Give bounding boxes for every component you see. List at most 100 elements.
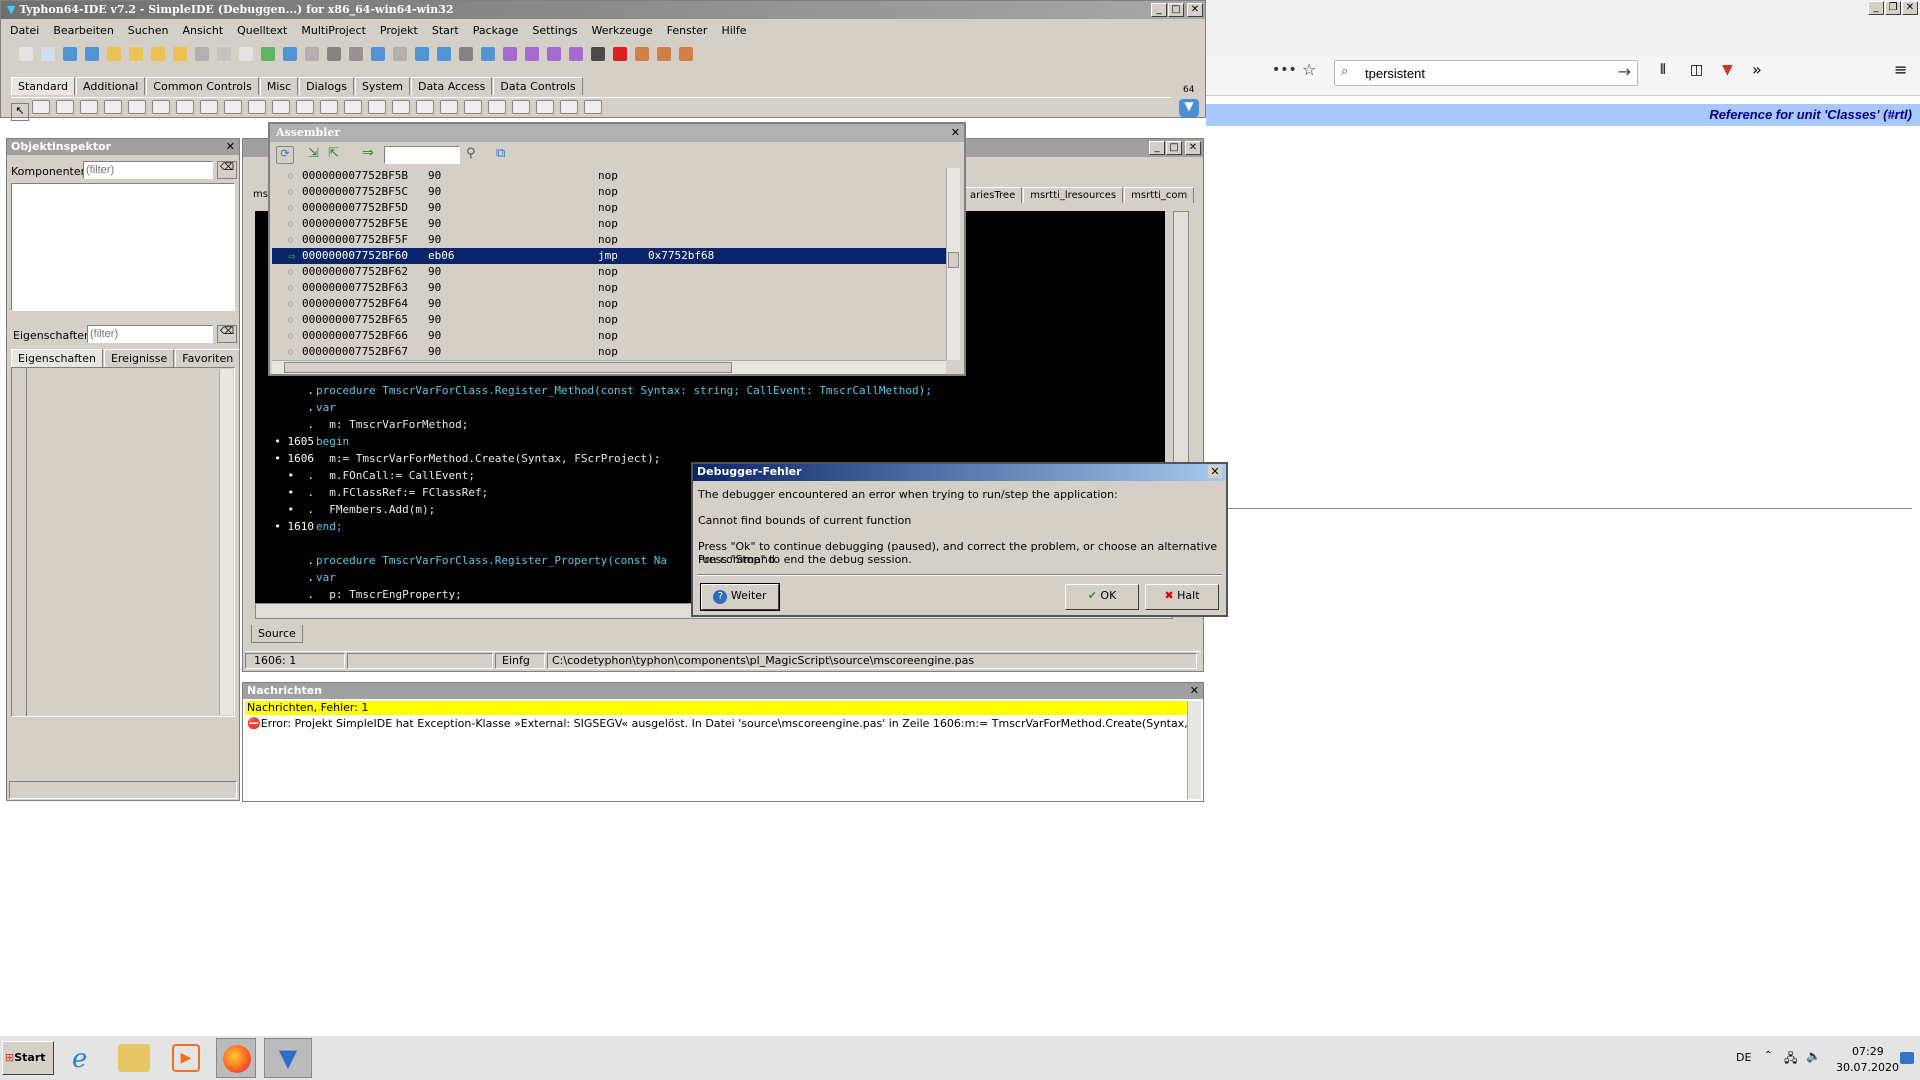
library-icon[interactable]: ⫴ <box>1660 62 1666 78</box>
source-tab[interactable]: Source <box>251 625 303 643</box>
sidebar-icon[interactable]: ◫ <box>1690 62 1703 78</box>
find-icon[interactable]: ⚲ <box>466 146 476 161</box>
page-actions-icon[interactable]: ••• <box>1272 62 1297 78</box>
ie-icon[interactable]: ℯ <box>72 1044 87 1074</box>
palette-component-icon-14[interactable] <box>368 100 386 114</box>
code-line[interactable]: FMembers.Add(m); <box>316 501 684 518</box>
menu-item-6[interactable]: Projekt <box>373 21 425 40</box>
palette-tab-5[interactable]: System <box>354 77 410 95</box>
toolbar-icon-25[interactable] <box>569 47 583 61</box>
palette-component-icon-0[interactable] <box>32 100 50 114</box>
editor-minimize-button[interactable]: _ <box>1149 141 1165 155</box>
code-line[interactable]: end; <box>316 518 684 535</box>
toolbar-icon-9[interactable] <box>217 47 231 61</box>
palette-component-icon-20[interactable] <box>512 100 530 114</box>
menu-item-5[interactable]: MultiProject <box>294 21 373 40</box>
palette-component-icon-17[interactable] <box>440 100 458 114</box>
toolbar-icon-17[interactable] <box>393 47 407 61</box>
palette-component-icon-21[interactable] <box>536 100 554 114</box>
assembler-row[interactable]: ○ 000000007752BF5E 90 nop <box>272 216 956 232</box>
typhon-ide-icon[interactable]: ▼ <box>264 1038 312 1078</box>
palette-component-icon-3[interactable] <box>104 100 122 114</box>
assembler-row[interactable]: ○ 000000007752BF63 90 nop <box>272 280 956 296</box>
firefox-icon[interactable] <box>216 1038 256 1078</box>
reference-title[interactable]: Reference for unit 'Classes' (#rtl) <box>1709 107 1912 122</box>
editor-tab-0[interactable]: ariesTree <box>963 187 1023 203</box>
clock-date[interactable]: 30.07.2020 <box>1836 1061 1899 1074</box>
palette-component-icon-11[interactable] <box>296 100 314 114</box>
toolbar-icon-27[interactable] <box>613 47 627 61</box>
palette-component-icon-19[interactable] <box>488 100 506 114</box>
code-line[interactable]: procedure TmscrVarForClass.Register_Prop… <box>316 552 684 569</box>
bookmark-star-icon[interactable]: ☆ <box>1302 60 1316 79</box>
assembler-row[interactable]: ○ 000000007752BF65 90 nop <box>272 312 956 328</box>
palette-component-icon-12[interactable] <box>320 100 338 114</box>
palette-tab-3[interactable]: Misc <box>259 77 299 95</box>
toolbar-icon-20[interactable] <box>459 47 473 61</box>
palette-component-icon-8[interactable] <box>224 100 242 114</box>
ok-button[interactable]: ✔ OK <box>1065 584 1139 610</box>
pointer-tool-icon[interactable]: ↖ <box>11 103 29 121</box>
toolbar-icon-24[interactable] <box>547 47 561 61</box>
explorer-icon[interactable] <box>118 1044 150 1072</box>
search-box[interactable]: ⌕ tpersistent → <box>1334 60 1638 86</box>
palette-component-icon-10[interactable] <box>272 100 290 114</box>
palette-tab-0[interactable]: Standard <box>11 77 76 95</box>
editor-maximize-button[interactable]: □ <box>1166 141 1182 155</box>
step-into-icon[interactable]: ⇲ <box>308 146 319 161</box>
code-line[interactable]: m.FOnCall:= CallEvent; <box>316 467 684 484</box>
dialog-close-icon[interactable]: ✕ <box>1208 465 1222 478</box>
inspector-close-icon[interactable]: ✕ <box>226 140 235 153</box>
components-filter[interactable] <box>83 161 213 179</box>
assembler-hscroll[interactable] <box>272 360 946 374</box>
palette-tab-7[interactable]: Data Controls <box>493 77 583 95</box>
start-button[interactable]: ⊞Start <box>2 1041 54 1075</box>
palette-component-icon-23[interactable] <box>584 100 602 114</box>
grid-scrollbar[interactable] <box>219 369 233 715</box>
toolbar-icon-22[interactable] <box>503 47 517 61</box>
menu-item-10[interactable]: Werkzeuge <box>584 21 659 40</box>
code-line[interactable]: begin <box>316 433 684 450</box>
ide-close-button[interactable]: ✕ <box>1187 3 1203 17</box>
code-line[interactable]: var <box>316 399 684 416</box>
browser-close-button[interactable]: ✕ <box>1902 1 1918 15</box>
step-over-icon[interactable]: ⇱ <box>328 146 339 161</box>
clear-filter-icon[interactable]: ⌫ <box>217 161 237 179</box>
hamburger-menu-icon[interactable]: ≡ <box>1894 60 1907 79</box>
toolbar-icon-28[interactable] <box>635 47 649 61</box>
toolbar-icon-12[interactable] <box>283 47 297 61</box>
ide-maximize-button[interactable]: □ <box>1168 3 1184 17</box>
assembler-row[interactable]: ○ 000000007752BF66 90 nop <box>272 328 956 344</box>
menu-item-1[interactable]: Bearbeiten <box>46 21 120 40</box>
editor-tab-2[interactable]: msrtti_com <box>1124 187 1195 203</box>
toolbar-icon-14[interactable] <box>327 47 341 61</box>
palette-component-icon-9[interactable] <box>248 100 266 114</box>
toolbar-icon-26[interactable] <box>591 47 605 61</box>
toolbar-icon-16[interactable] <box>371 47 385 61</box>
toolbar-icon-29[interactable] <box>657 47 671 61</box>
menu-item-8[interactable]: Package <box>466 21 526 40</box>
menu-item-12[interactable]: Hilfe <box>714 21 753 40</box>
address-input[interactable] <box>384 146 460 164</box>
editor-close-button[interactable]: ✕ <box>1185 141 1201 155</box>
component-tree[interactable] <box>11 183 235 311</box>
code-line[interactable]: procedure TmscrVarForClass.Register_Meth… <box>316 382 932 399</box>
menu-item-7[interactable]: Start <box>425 21 466 40</box>
toolbar-icon-21[interactable] <box>481 47 495 61</box>
palette-component-icon-15[interactable] <box>392 100 410 114</box>
code-line[interactable]: m:= TmscrVarForMethod.Create(Syntax, FSc… <box>316 450 684 467</box>
toolbar-icon-3[interactable] <box>85 47 99 61</box>
continue-button[interactable]: ? Weiter <box>700 583 780 611</box>
toolbar-icon-30[interactable] <box>679 47 693 61</box>
toolbar-icon-11[interactable] <box>261 47 275 61</box>
assembler-row[interactable]: ○ 000000007752BF5B 90 nop <box>272 168 956 184</box>
code-line[interactable]: m.FClassRef:= FClassRef; <box>316 484 684 501</box>
toolbar-icon-19[interactable] <box>437 47 451 61</box>
menu-item-4[interactable]: Quelltext <box>230 21 294 40</box>
toolbar-icon-6[interactable] <box>151 47 165 61</box>
toolbar-icon-1[interactable] <box>41 47 55 61</box>
clear-props-filter-icon[interactable]: ⌫ <box>217 325 237 343</box>
assembler-list[interactable]: ○ 000000007752BF5B 90 nop ○ 000000007752BF5C 9… <box>272 168 956 362</box>
assembler-vscroll[interactable] <box>946 168 960 360</box>
code-line[interactable]: var <box>316 569 684 586</box>
